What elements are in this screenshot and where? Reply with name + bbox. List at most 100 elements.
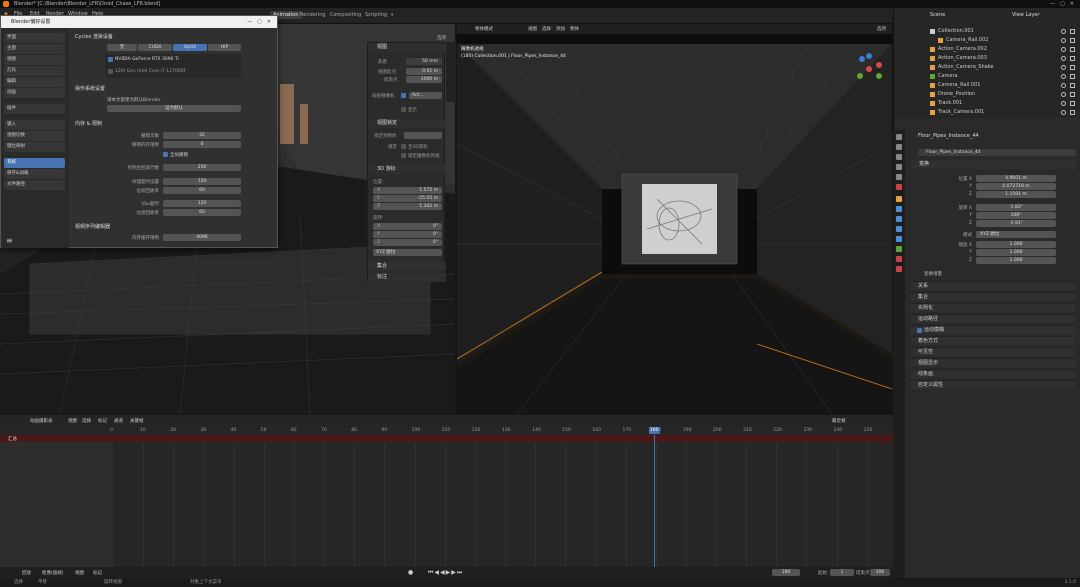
nav-themes[interactable]: 主题 — [4, 44, 65, 54]
tool-tab-icon[interactable] — [896, 134, 902, 140]
eye-icon[interactable] — [1061, 110, 1066, 115]
scale-z-field[interactable]: 1.000 — [976, 257, 1056, 264]
transform-header[interactable]: 变换 — [911, 160, 1076, 169]
nav-addons[interactable]: 插件 — [4, 104, 65, 114]
gpu-checkbox[interactable] — [108, 57, 113, 62]
rotation-mode-select[interactable]: XYZ 欧拉 — [976, 231, 1056, 238]
object-name-field[interactable]: Floor_Pipes_Instance_44 — [918, 149, 1076, 156]
view-layer-label[interactable]: View Layer — [1012, 12, 1039, 18]
physics-tab-icon[interactable] — [896, 226, 902, 232]
window-controls[interactable]: — ▢ ✕ — [247, 16, 271, 28]
markers-menu[interactable]: 标记 — [93, 570, 102, 576]
nav-viewport[interactable]: 视图 — [4, 55, 65, 65]
rotation-x-field[interactable]: -1.83° — [976, 204, 1056, 211]
tl-menu-view[interactable]: 视图 — [68, 418, 77, 424]
local-camera-checkbox[interactable] — [401, 93, 406, 98]
tl-menu-marker[interactable]: 标记 — [98, 418, 107, 424]
nav-interface[interactable]: 界面 — [4, 33, 65, 43]
view-header[interactable]: 视图 — [368, 43, 446, 52]
list-item[interactable]: Action_Camera_Shake — [894, 63, 1080, 72]
list-item[interactable]: Track.001 — [894, 99, 1080, 108]
data-tab-icon[interactable] — [896, 246, 902, 252]
clip-start-field[interactable]: 0.01 m — [406, 68, 442, 75]
scene-tab-icon[interactable] — [896, 174, 902, 180]
view-layer-tab-icon[interactable] — [896, 164, 902, 170]
nav-keymap[interactable]: 键位映射 — [4, 142, 65, 152]
object-tab-icon[interactable] — [896, 196, 902, 202]
current-frame-field[interactable]: 180 — [772, 569, 800, 576]
section-motion-blur[interactable]: 运动模糊 — [910, 325, 1075, 334]
tab-rendering[interactable]: Rendering — [297, 11, 329, 19]
local-checkbox[interactable] — [401, 107, 406, 112]
tl-menu-channel[interactable]: 通道 — [114, 418, 123, 424]
render-icon[interactable] — [1070, 47, 1075, 52]
cursor-x-field[interactable]: X 1.572 m — [373, 187, 442, 194]
properties-tabs[interactable] — [893, 130, 905, 578]
filter-dropdown[interactable]: 最近帧 — [832, 418, 846, 424]
3d-cursor-header[interactable]: 3D 游标 — [368, 165, 446, 174]
modifier-tab-icon[interactable] — [896, 206, 902, 212]
nav-save-load[interactable]: 保存&加载 — [4, 169, 65, 179]
world-tab-icon[interactable] — [896, 184, 902, 190]
end-field[interactable]: 300 — [870, 569, 890, 576]
render-icon[interactable] — [1070, 101, 1075, 106]
output-tab-icon[interactable] — [896, 154, 902, 160]
dope-sheet-body[interactable] — [113, 442, 893, 567]
render-tab-icon[interactable] — [896, 144, 902, 150]
particles-tab-icon[interactable] — [896, 216, 902, 222]
rotation-z-field[interactable]: -1.91° — [976, 220, 1056, 227]
focal-field[interactable]: 50 mm — [406, 58, 442, 65]
lock-3d-cursor-checkbox[interactable] — [401, 144, 406, 149]
section-motion-paths[interactable]: 运动路径 — [910, 314, 1075, 323]
vbo-gc-field[interactable]: 60 — [163, 209, 241, 216]
nav-animation[interactable]: 动画 — [4, 88, 65, 98]
cycles-devices-header[interactable]: Cycles 渲染设备 — [75, 33, 113, 40]
section-viewport-display[interactable]: 视图显示 — [910, 358, 1075, 367]
list-item[interactable]: Camera_Rail.002 — [894, 36, 1080, 45]
texture-gc-field[interactable]: 60 — [163, 187, 241, 194]
cursor-z-field[interactable]: Z 1.342 m — [373, 203, 442, 210]
summary-row[interactable]: 汇总 — [0, 435, 893, 442]
render-icon[interactable] — [1070, 29, 1075, 34]
navigation-gizmo[interactable] — [852, 52, 886, 86]
cursor-y-field[interactable]: Y -25.55 m — [373, 195, 442, 202]
global-undo-checkbox[interactable] — [163, 152, 168, 157]
undo-steps-field[interactable]: 32 — [163, 132, 241, 139]
eye-icon[interactable] — [1061, 101, 1066, 106]
render-icon[interactable] — [1070, 38, 1075, 43]
dope-sheet-mode[interactable]: 动画摄影表 — [30, 418, 53, 424]
rotation-mode-dropdown[interactable]: XYZ 欧拉 — [373, 249, 442, 256]
render-icon[interactable] — [1070, 56, 1075, 61]
view-menu[interactable]: 视图 — [75, 570, 84, 576]
render-icon[interactable] — [1070, 74, 1075, 79]
eye-icon[interactable] — [1061, 74, 1066, 79]
tab-add[interactable]: + — [387, 11, 397, 19]
section-instancing[interactable]: 实例化 — [910, 303, 1075, 312]
record-button[interactable]: ● — [408, 569, 413, 576]
location-z-field[interactable]: 1.1591 m — [976, 191, 1056, 198]
undo-memory-field[interactable]: 0 — [163, 141, 241, 148]
render-icon[interactable] — [1070, 65, 1075, 70]
section-line-art[interactable]: 线条画 — [910, 369, 1075, 378]
device-optix-tab[interactable]: OptiX — [173, 44, 207, 51]
cpu-checkbox[interactable] — [108, 69, 113, 74]
preferences-title-bar[interactable]: Blender偏好设置 — ▢ ✕ — [1, 16, 277, 28]
sidebar-tabs[interactable] — [446, 42, 456, 102]
transport-controls[interactable]: ⏮◀◀▶▶⏭ — [428, 569, 463, 577]
timeline-ruler[interactable]: 0 10 20 30 40 50 60 70 80 90 100 110 120 130 140 150 160… — [0, 427, 893, 435]
sequencer-cache-field[interactable]: 4096 — [163, 234, 241, 241]
location-y-field[interactable]: 0.072718 m — [976, 183, 1056, 190]
menu-object[interactable]: 物体 — [570, 26, 579, 32]
options-right[interactable]: 选项 — [877, 26, 886, 32]
nav-input[interactable]: 输入 — [4, 120, 65, 130]
nav-lights[interactable]: 灯光 — [4, 66, 65, 76]
sequencer-header[interactable]: 视频序列编辑器 — [75, 223, 110, 230]
texture-tab-icon[interactable] — [896, 266, 902, 272]
make-default-button[interactable]: 设为默认 — [107, 105, 241, 112]
list-item[interactable]: Camera_Rail.001 — [894, 81, 1080, 90]
lock-camera-checkbox[interactable] — [401, 153, 406, 158]
nav-system[interactable]: 系统 — [4, 158, 65, 168]
start-field[interactable]: 1 — [830, 569, 854, 576]
constraints-tab-icon[interactable] — [896, 236, 902, 242]
rotation-y-field[interactable]: 108° — [976, 212, 1056, 219]
